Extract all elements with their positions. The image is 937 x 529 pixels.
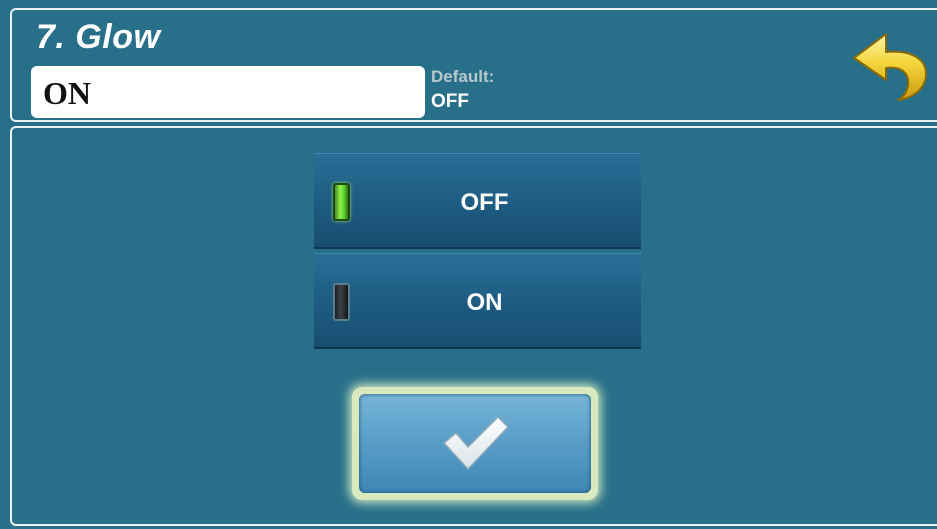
option-on-button[interactable]: ON — [314, 253, 641, 349]
back-button[interactable] — [848, 30, 930, 104]
checkmark-icon — [443, 416, 509, 470]
default-value: OFF — [431, 91, 469, 112]
page-title: 7. Glow — [36, 18, 161, 56]
return-arrow-icon — [853, 33, 927, 101]
confirm-button[interactable] — [352, 387, 598, 500]
screen: 7. Glow ON Default: OFF OFF ON — [0, 0, 937, 529]
default-label: Default: — [431, 67, 495, 86]
option-off-label: OFF — [460, 189, 509, 216]
option-off-button[interactable]: OFF — [314, 153, 641, 249]
current-value-display: ON — [31, 66, 425, 118]
option-on-label: ON — [466, 289, 503, 316]
